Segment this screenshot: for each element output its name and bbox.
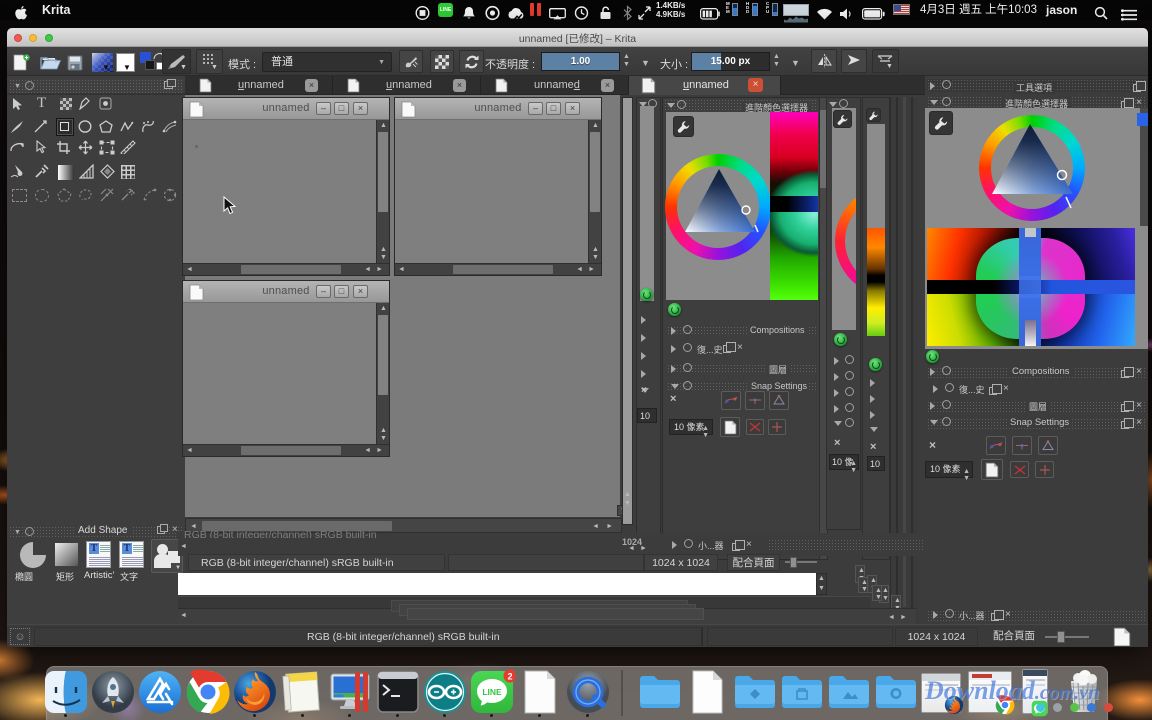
svg-text:LINE: LINE [482,687,502,697]
svg-text:2: 2 [507,671,512,681]
